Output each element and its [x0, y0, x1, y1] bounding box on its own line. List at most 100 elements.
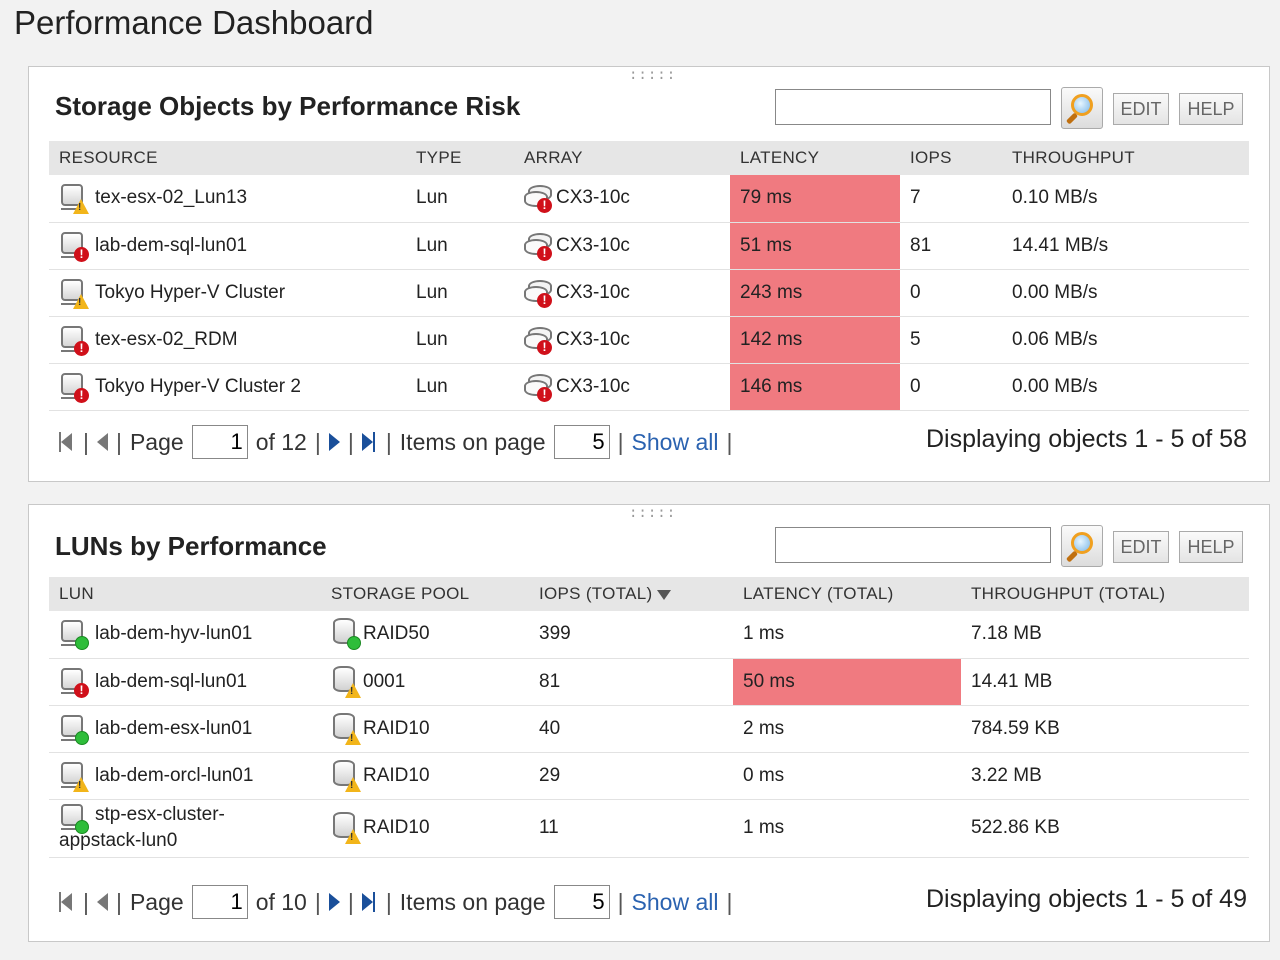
- table-row[interactable]: ! tex-esx-02_Lun13 Lun ! CX3-10c 79 ms 7 0…: [49, 175, 1249, 223]
- resource-link[interactable]: Tokyo Hyper-V Cluster: [95, 282, 285, 304]
- array-link[interactable]: CX3-10c: [556, 376, 630, 398]
- drag-grip-icon[interactable]: :::::: [629, 506, 675, 521]
- page-count-label: of 12: [255, 428, 307, 455]
- items-on-page-input[interactable]: [553, 885, 610, 919]
- pool-link[interactable]: RAID10: [363, 817, 430, 839]
- column-header-iops-total[interactable]: IOPS (TOTAL): [529, 577, 733, 611]
- first-page-icon[interactable]: [59, 891, 75, 913]
- resource-link[interactable]: lab-dem-sql-lun01: [95, 235, 247, 257]
- column-header-label: IOPS (TOTAL): [539, 584, 653, 603]
- column-header-throughput[interactable]: THROUGHPUT: [1002, 141, 1249, 175]
- iops-cell: 0: [900, 363, 1002, 411]
- page-count-label: of 10: [255, 888, 307, 915]
- type-cell: Lun: [406, 222, 514, 270]
- items-on-page-input[interactable]: [553, 425, 610, 459]
- search-button[interactable]: [1061, 525, 1103, 567]
- resource-link[interactable]: tex-esx-02_Lun13: [95, 187, 247, 209]
- lun-link[interactable]: lab-dem-hyv-lun01: [95, 623, 252, 645]
- iops-cell: 399: [529, 611, 733, 659]
- throughput-cell: 522.86 KB: [961, 799, 1249, 858]
- iops-cell: 40: [529, 705, 733, 753]
- table-row[interactable]: ! lab-dem-sql-lun01 ! 0001 81 50 ms 14.41 …: [49, 658, 1249, 706]
- iops-cell: 81: [529, 658, 733, 706]
- table-row[interactable]: stp-esx-cluster-appstack-lun0 ! RAID10 11…: [49, 799, 1249, 858]
- array-link[interactable]: CX3-10c: [556, 187, 630, 209]
- iops-cell: 11: [529, 799, 733, 858]
- column-header-throughput-total[interactable]: THROUGHPUT (TOTAL): [961, 577, 1249, 611]
- pool-link[interactable]: RAID10: [363, 765, 430, 787]
- throughput-cell: 3.22 MB: [961, 752, 1249, 800]
- lun-link[interactable]: lab-dem-esx-lun01: [95, 718, 252, 740]
- lun-link[interactable]: lab-dem-sql-lun01: [95, 671, 247, 693]
- column-header-latency-total[interactable]: LATENCY (TOTAL): [733, 577, 961, 611]
- table-row[interactable]: lab-dem-hyv-lun01 RAID50 399 1 ms 7.18 M…: [49, 611, 1249, 659]
- type-cell: Lun: [406, 269, 514, 317]
- lun-critical-icon: !: [59, 666, 89, 698]
- previous-page-icon[interactable]: [96, 433, 108, 451]
- show-all-link[interactable]: Show all: [632, 429, 719, 456]
- array-critical-icon: !: [524, 231, 556, 261]
- items-on-page-label: Items on page: [399, 888, 546, 915]
- edit-button[interactable]: EDIT: [1113, 93, 1169, 125]
- latency-cell: 1 ms: [733, 611, 961, 659]
- table-row[interactable]: lab-dem-esx-lun01 ! RAID10 40 2 ms 784.59…: [49, 705, 1249, 753]
- latency-cell: 79 ms: [730, 175, 900, 223]
- latency-cell: 1 ms: [733, 799, 961, 858]
- throughput-cell: 0.00 MB/s: [1002, 363, 1249, 411]
- show-all-link[interactable]: Show all: [632, 889, 719, 916]
- table-row[interactable]: ! Tokyo Hyper-V Cluster Lun ! CX3-10c 243 …: [49, 269, 1249, 317]
- column-header-resource[interactable]: RESOURCE: [49, 141, 406, 175]
- lun-link[interactable]: lab-dem-orcl-lun01: [95, 765, 253, 787]
- column-header-type[interactable]: TYPE: [406, 141, 514, 175]
- search-input[interactable]: [775, 527, 1051, 563]
- first-page-icon[interactable]: [59, 431, 75, 453]
- edit-button[interactable]: EDIT: [1113, 531, 1169, 563]
- iops-cell: 5: [900, 316, 1002, 364]
- latency-cell: 50 ms: [733, 658, 961, 706]
- page-number-input[interactable]: [191, 885, 248, 919]
- array-link[interactable]: CX3-10c: [556, 235, 630, 257]
- table-row[interactable]: ! tex-esx-02_RDM Lun ! CX3-10c 142 ms 5 0.…: [49, 316, 1249, 364]
- lun-ok-icon: [59, 713, 89, 745]
- display-count-text: Displaying objects 1 - 5 of 49: [925, 885, 1247, 913]
- column-header-storage-pool[interactable]: STORAGE POOL: [321, 577, 529, 611]
- table-row[interactable]: ! lab-dem-sql-lun01 Lun ! CX3-10c 51 ms 81…: [49, 222, 1249, 270]
- iops-cell: 7: [900, 175, 1002, 223]
- column-header-iops[interactable]: IOPS: [900, 141, 1002, 175]
- help-button[interactable]: HELP: [1179, 531, 1243, 563]
- pool-ok-icon: [331, 618, 363, 651]
- pool-link[interactable]: RAID10: [363, 718, 430, 740]
- column-header-lun[interactable]: LUN: [49, 577, 321, 611]
- array-link[interactable]: CX3-10c: [556, 329, 630, 351]
- table-row[interactable]: ! Tokyo Hyper-V Cluster 2 Lun ! CX3-10c 14…: [49, 363, 1249, 411]
- lun-link[interactable]: stp-esx-cluster-: [95, 802, 225, 828]
- table-row[interactable]: ! lab-dem-orcl-lun01 ! RAID10 29 0 ms 3.22…: [49, 752, 1249, 800]
- column-header-array[interactable]: ARRAY: [514, 141, 730, 175]
- lun-link-continuation[interactable]: appstack-lun0: [59, 828, 321, 854]
- pool-link[interactable]: 0001: [363, 671, 405, 693]
- resource-link[interactable]: Tokyo Hyper-V Cluster 2: [95, 376, 301, 398]
- search-button[interactable]: [1061, 87, 1103, 129]
- luns-table: LUN STORAGE POOL IOPS (TOTAL) LATENCY (T…: [49, 577, 1249, 858]
- latency-cell: 146 ms: [730, 363, 900, 411]
- drag-grip-icon[interactable]: :::::: [629, 68, 675, 83]
- resource-link[interactable]: tex-esx-02_RDM: [95, 329, 238, 351]
- search-input[interactable]: [775, 89, 1051, 125]
- next-page-icon[interactable]: [328, 433, 340, 451]
- previous-page-icon[interactable]: [96, 893, 108, 911]
- next-page-icon[interactable]: [328, 893, 340, 911]
- pagination-bar: | | Page of 12 | | | Items on page | Sho…: [59, 425, 740, 459]
- page-title: Performance Dashboard: [14, 4, 374, 41]
- lun-warning-icon: !: [59, 182, 89, 215]
- last-page-icon[interactable]: [362, 431, 378, 453]
- array-link[interactable]: CX3-10c: [556, 282, 630, 304]
- last-page-icon[interactable]: [362, 891, 378, 913]
- throughput-cell: 0.10 MB/s: [1002, 175, 1249, 223]
- throughput-cell: 0.00 MB/s: [1002, 269, 1249, 317]
- pool-link[interactable]: RAID50: [363, 623, 430, 645]
- items-on-page-label: Items on page: [399, 428, 546, 455]
- lun-critical-icon: !: [59, 230, 89, 262]
- help-button[interactable]: HELP: [1179, 93, 1243, 125]
- page-number-input[interactable]: [191, 425, 248, 459]
- column-header-latency[interactable]: LATENCY: [730, 141, 900, 175]
